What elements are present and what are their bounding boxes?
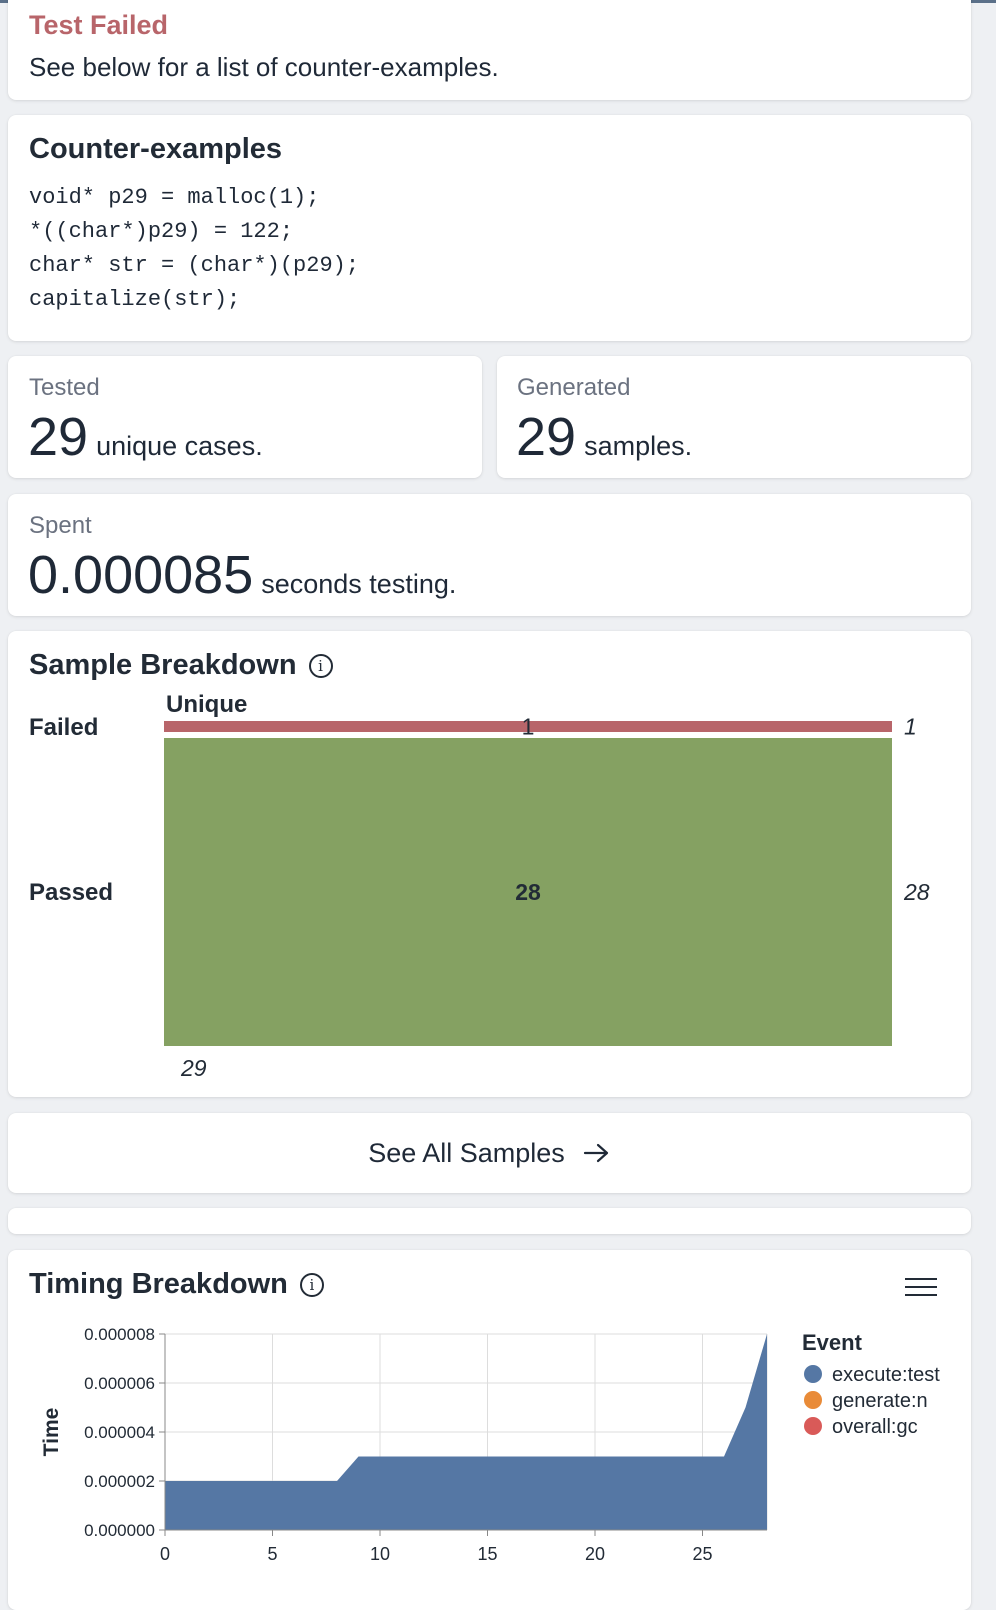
x-tick-label: 5 xyxy=(267,1544,277,1564)
bar-side-label-failed: 1 xyxy=(904,714,917,740)
legend-title: Event xyxy=(802,1330,863,1355)
status-card: Test Failed See below for a list of coun… xyxy=(8,0,971,100)
category-label-passed: Passed xyxy=(29,879,113,906)
generated-value: 29 xyxy=(516,407,577,467)
see-all-samples-button[interactable]: See All Samples xyxy=(8,1113,971,1193)
y-tick-label: 0.000006 xyxy=(84,1374,155,1393)
tested-label: Tested xyxy=(29,374,100,401)
status-title: Test Failed xyxy=(29,10,169,40)
timing-breakdown-card: Timing Breakdown i 0 5 10 15 20 25 0.000000 0.00… xyxy=(8,1250,971,1610)
bar-side-label-passed: 28 xyxy=(903,879,930,905)
legend-label: generate:n xyxy=(832,1390,928,1412)
spent-label: Spent xyxy=(29,512,92,539)
bar-data-label-passed: 28 xyxy=(515,879,541,905)
x-tick-label: 10 xyxy=(370,1544,390,1564)
sample-breakdown-chart: Unique Failed Passed 1 28 1 28 29 xyxy=(29,691,930,1081)
timing-breakdown-chart: 0 5 10 15 20 25 0.000000 0.000002 0.000004 0.0000… xyxy=(40,1325,940,1564)
tested-unit: unique cases. xyxy=(96,431,263,461)
legend-label: overall:gc xyxy=(832,1416,918,1438)
generated-unit: samples. xyxy=(584,431,693,461)
y-tick-label: 0.000008 xyxy=(84,1325,155,1344)
x-tick-label: 0 xyxy=(160,1544,170,1564)
spent-unit: seconds testing. xyxy=(261,569,457,599)
legend-label: execute:test xyxy=(832,1364,940,1386)
code-line: capitalize(str); xyxy=(29,287,241,312)
code-line: void* p29 = malloc(1); xyxy=(29,185,320,210)
y-tick-label: 0.000000 xyxy=(84,1521,155,1540)
legend-swatch xyxy=(804,1365,822,1383)
empty-card xyxy=(8,1208,971,1234)
counter-examples-title: Counter-examples xyxy=(29,133,283,165)
counter-examples-card: Counter-examples void* p29 = malloc(1); … xyxy=(8,115,971,341)
code-block: void* p29 = malloc(1); *((char*)p29) = 1… xyxy=(29,185,359,321)
bar-data-label-failed: 1 xyxy=(522,714,535,740)
legend-swatch xyxy=(804,1417,822,1435)
generated-card: Generated 29 samples. xyxy=(497,356,971,478)
total-label: 29 xyxy=(180,1055,207,1081)
x-tick-label: 15 xyxy=(477,1544,497,1564)
spent-card: Spent 0.000085 seconds testing. xyxy=(8,494,971,616)
see-all-samples-content: See All Samples xyxy=(8,1113,971,1193)
sample-breakdown-card: Sample Breakdown i Unique Failed Passed 1… xyxy=(8,631,971,1097)
status-message: See below for a list of counter-examples… xyxy=(29,52,499,82)
tested-value: 29 xyxy=(28,407,89,467)
code-line: char* str = (char*)(p29); xyxy=(29,253,360,278)
tested-value-line: 29 unique cases. xyxy=(28,406,263,468)
spent-value: 0.000085 xyxy=(28,545,254,605)
code-line: *((char*)p29) = 122; xyxy=(29,219,294,244)
x-tick-label: 25 xyxy=(692,1544,712,1564)
generated-label: Generated xyxy=(517,374,631,401)
category-label-failed: Failed xyxy=(29,714,98,741)
y-axis-label: Time xyxy=(40,1408,63,1457)
see-all-samples-label: See All Samples xyxy=(368,1137,565,1168)
generated-value-line: 29 samples. xyxy=(516,406,692,468)
tested-card: Tested 29 unique cases. xyxy=(8,356,482,478)
x-tick-label: 20 xyxy=(585,1544,605,1564)
arrow-right-icon xyxy=(583,1143,608,1163)
spent-value-line: 0.000085 seconds testing. xyxy=(28,544,456,606)
legend-swatch xyxy=(804,1391,822,1409)
y-tick-label: 0.000002 xyxy=(84,1472,155,1491)
column-label: Unique xyxy=(166,691,247,718)
y-tick-label: 0.000004 xyxy=(84,1423,155,1442)
